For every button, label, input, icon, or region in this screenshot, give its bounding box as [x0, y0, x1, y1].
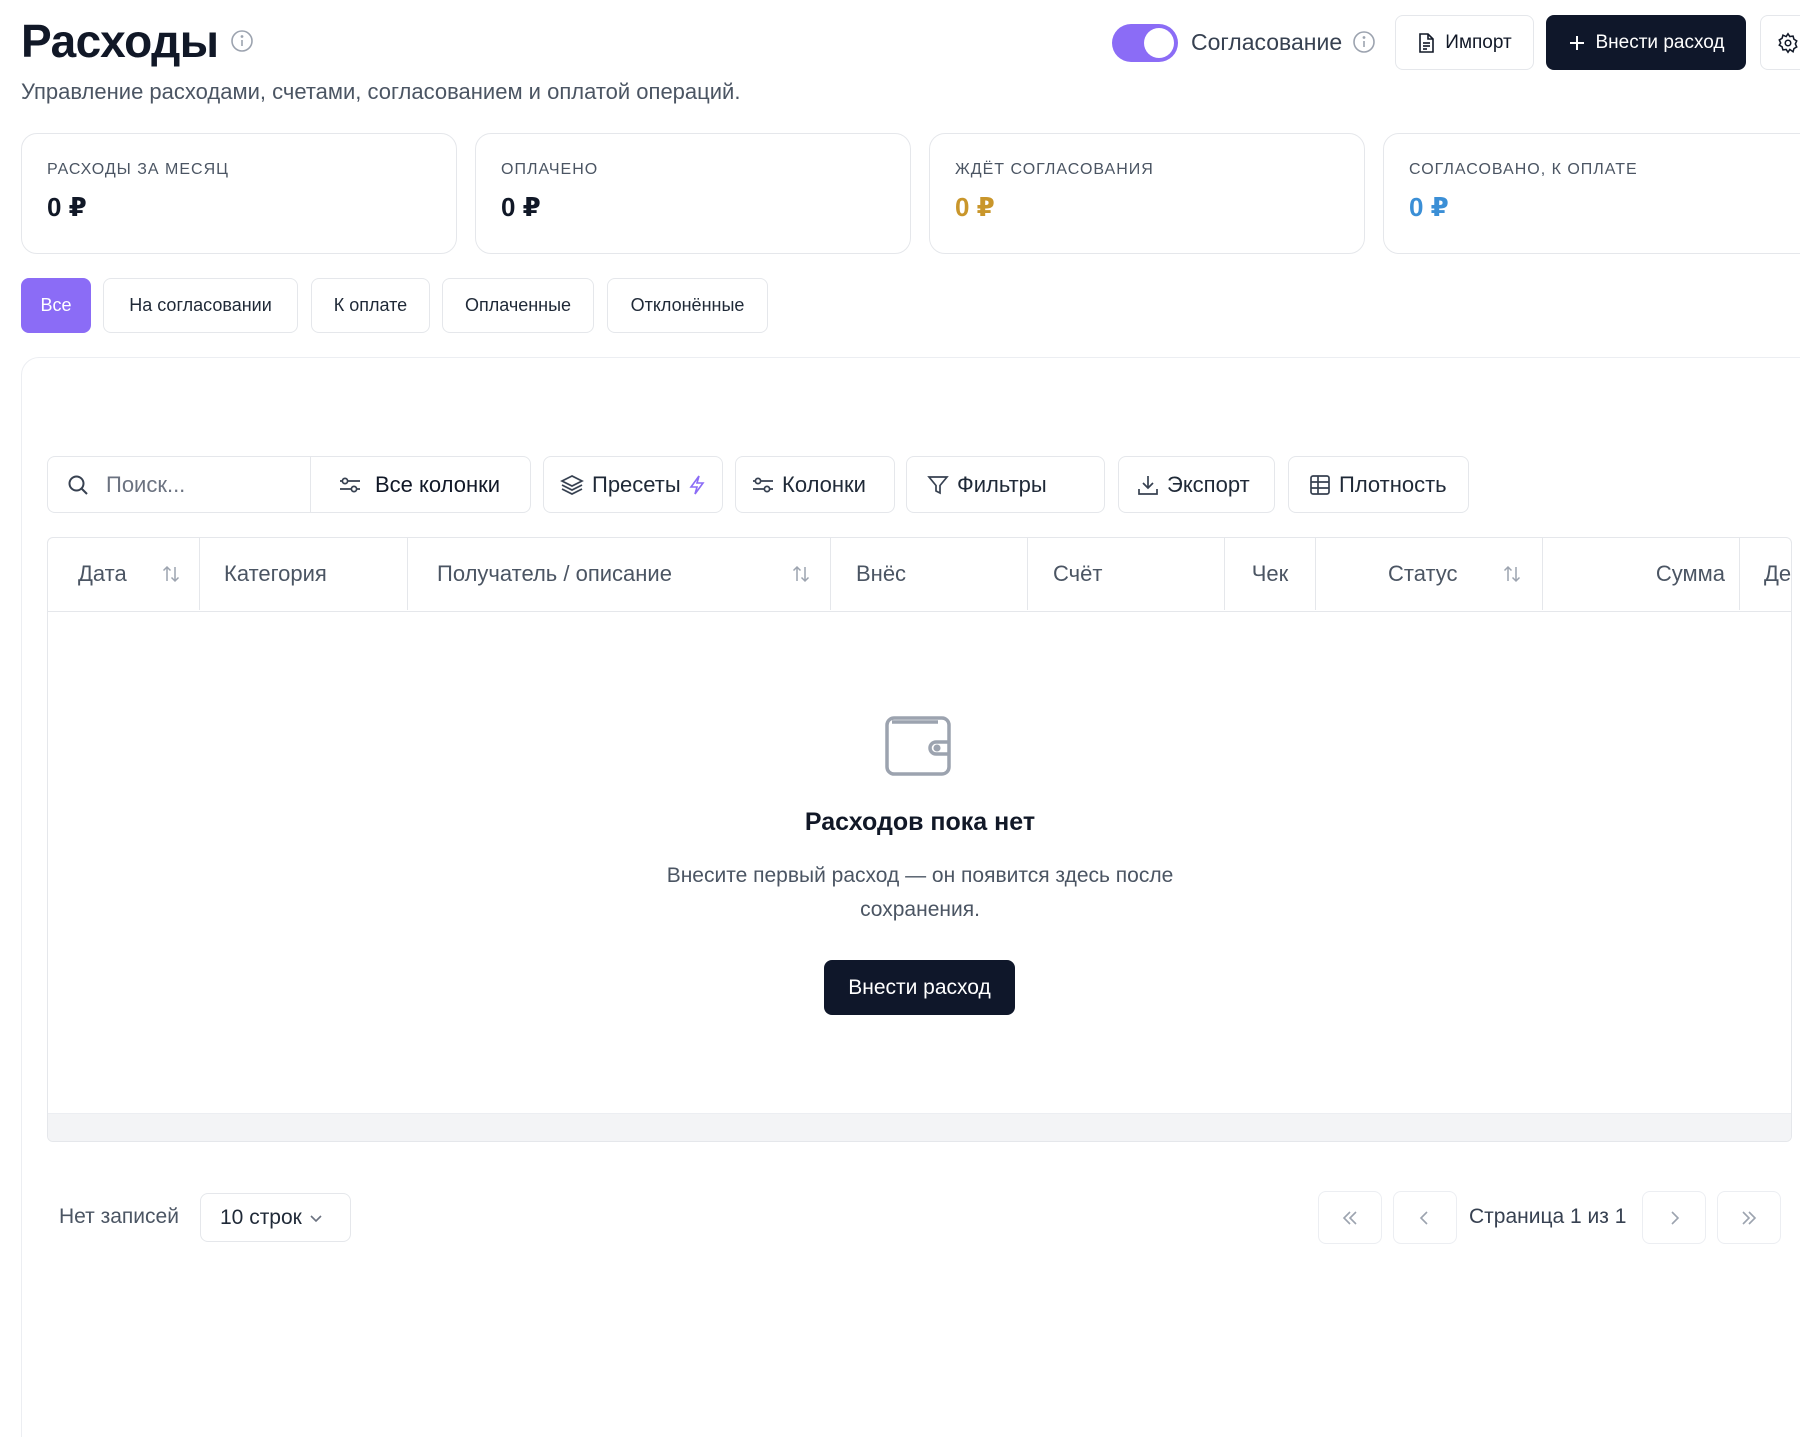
- stat-label: СОГЛАСОВАНО, К ОПЛАТЕ: [1409, 161, 1638, 178]
- page-title: Расходы: [21, 15, 219, 67]
- all-columns-label: Все колонки: [375, 471, 501, 497]
- stat-card-monthly: РАСХОДЫ ЗА МЕСЯЦ 0 ₽: [21, 133, 457, 254]
- search-icon: [66, 473, 90, 497]
- column-label: Чек: [1251, 561, 1289, 586]
- page-subtitle: Управление расходами, счетами, согласова…: [21, 79, 741, 104]
- column-header-status[interactable]: Статус: [1316, 538, 1543, 610]
- sliders-icon: [339, 475, 361, 495]
- column-label: Счёт: [1053, 561, 1103, 586]
- last-page-button[interactable]: [1717, 1191, 1781, 1244]
- lightning-icon: [689, 475, 705, 495]
- chevron-left-icon: [1416, 1209, 1434, 1227]
- table-header: Дата Категория Получатель / описание Внё…: [48, 538, 1791, 612]
- column-label: Статус: [1388, 561, 1458, 586]
- settings-button[interactable]: [1760, 15, 1800, 70]
- empty-state-title: Расходов пока нет: [804, 808, 1036, 836]
- rows-per-page-value: 10 строк: [220, 1205, 302, 1229]
- tab-to-pay[interactable]: К оплате: [311, 278, 430, 333]
- file-icon: [1417, 32, 1435, 53]
- presets-button[interactable]: Пресеты: [543, 456, 723, 513]
- column-label: Дата: [78, 561, 127, 586]
- sort-icon[interactable]: [161, 563, 181, 585]
- horizontal-scrollbar[interactable]: [48, 1113, 1791, 1141]
- sort-icon[interactable]: [1502, 563, 1522, 585]
- stat-label: ОПЛАЧЕНО: [501, 161, 599, 178]
- stat-card-pending: ЖДЁТ СОГЛАСОВАНИЯ 0 ₽: [929, 133, 1365, 254]
- add-expense-button[interactable]: Внести расход: [1546, 15, 1746, 70]
- chevron-down-icon: [308, 1210, 324, 1226]
- search-input[interactable]: Поиск...: [47, 456, 310, 513]
- stat-card-paid: ОПЛАЧЕНО 0 ₽: [475, 133, 911, 254]
- import-button[interactable]: Импорт: [1395, 15, 1534, 70]
- toggle-knob: [1144, 28, 1174, 58]
- column-header-recipient[interactable]: Получатель / описание: [408, 538, 831, 610]
- table-icon: [1309, 474, 1331, 496]
- column-label: Сумма: [1655, 561, 1725, 586]
- all-columns-select[interactable]: Все колонки: [310, 456, 531, 513]
- stat-card-approved: СОГЛАСОВАНО, К ОПЛАТЕ 0 ₽: [1383, 133, 1800, 254]
- stat-label: ЖДЁТ СОГЛАСОВАНИЯ: [955, 161, 1154, 178]
- gear-icon: [1777, 31, 1799, 54]
- info-icon[interactable]: [1352, 30, 1376, 54]
- next-page-button[interactable]: [1642, 1191, 1706, 1244]
- search-placeholder: Поиск...: [106, 471, 186, 497]
- approval-toggle[interactable]: [1112, 24, 1178, 62]
- first-page-button[interactable]: [1318, 1191, 1382, 1244]
- import-label: Импорт: [1445, 31, 1512, 53]
- records-count: Нет записей: [59, 1205, 179, 1228]
- column-header-actions[interactable]: Де: [1740, 538, 1792, 610]
- download-icon: [1137, 474, 1159, 496]
- previous-page-button[interactable]: [1393, 1191, 1457, 1244]
- rows-per-page-select[interactable]: 10 строк: [200, 1193, 351, 1242]
- page-indicator: Страница 1 из 1: [1469, 1205, 1627, 1228]
- column-header-category[interactable]: Категория: [200, 538, 408, 610]
- stat-value: 0 ₽: [955, 192, 995, 222]
- layers-icon: [560, 474, 584, 496]
- presets-label: Пресеты: [592, 471, 681, 497]
- export-button[interactable]: Экспорт: [1118, 456, 1275, 513]
- tab-on-approval[interactable]: На согласовании: [103, 278, 298, 333]
- column-header-amount[interactable]: Сумма: [1543, 538, 1740, 610]
- tab-all[interactable]: Все: [21, 278, 91, 333]
- columns-button[interactable]: Колонки: [735, 456, 895, 513]
- column-header-account[interactable]: Счёт: [1028, 538, 1225, 610]
- stat-value: 0 ₽: [501, 192, 541, 222]
- sort-icon[interactable]: [791, 563, 811, 585]
- column-label: Внёс: [856, 561, 907, 586]
- empty-add-expense-button[interactable]: Внести расход: [824, 960, 1015, 1015]
- approval-label: Согласование: [1191, 29, 1343, 55]
- empty-state-text: Внесите первый расход — он появится здес…: [666, 864, 1174, 921]
- tab-rejected[interactable]: Отклонённые: [607, 278, 768, 333]
- column-header-added-by[interactable]: Внёс: [831, 538, 1028, 610]
- wallet-icon: [884, 712, 956, 778]
- stat-label: РАСХОДЫ ЗА МЕСЯЦ: [47, 161, 229, 178]
- stat-value: 0 ₽: [1409, 192, 1449, 222]
- filter-icon: [927, 474, 949, 496]
- tab-paid[interactable]: Оплаченные: [442, 278, 594, 333]
- export-label: Экспорт: [1167, 471, 1250, 497]
- sliders-icon: [752, 475, 774, 495]
- info-icon[interactable]: [230, 29, 254, 53]
- add-expense-label: Внести расход: [1595, 31, 1725, 53]
- expenses-table: Дата Категория Получатель / описание Внё…: [47, 537, 1792, 1142]
- chevrons-left-icon: [1341, 1209, 1359, 1227]
- filters-button[interactable]: Фильтры: [906, 456, 1105, 513]
- column-label: Получатель / описание: [437, 561, 672, 586]
- chevrons-right-icon: [1740, 1209, 1758, 1227]
- plus-icon: [1568, 34, 1586, 52]
- columns-label: Колонки: [782, 471, 866, 497]
- stat-value: 0 ₽: [47, 192, 87, 222]
- column-header-receipt[interactable]: Чек: [1225, 538, 1316, 610]
- column-header-date[interactable]: Дата: [48, 538, 200, 610]
- density-button[interactable]: Плотность: [1288, 456, 1469, 513]
- filters-label: Фильтры: [957, 471, 1047, 497]
- column-label: Категория: [224, 561, 327, 586]
- chevron-right-icon: [1665, 1209, 1683, 1227]
- column-label: Де: [1764, 561, 1792, 586]
- density-label: Плотность: [1339, 471, 1447, 497]
